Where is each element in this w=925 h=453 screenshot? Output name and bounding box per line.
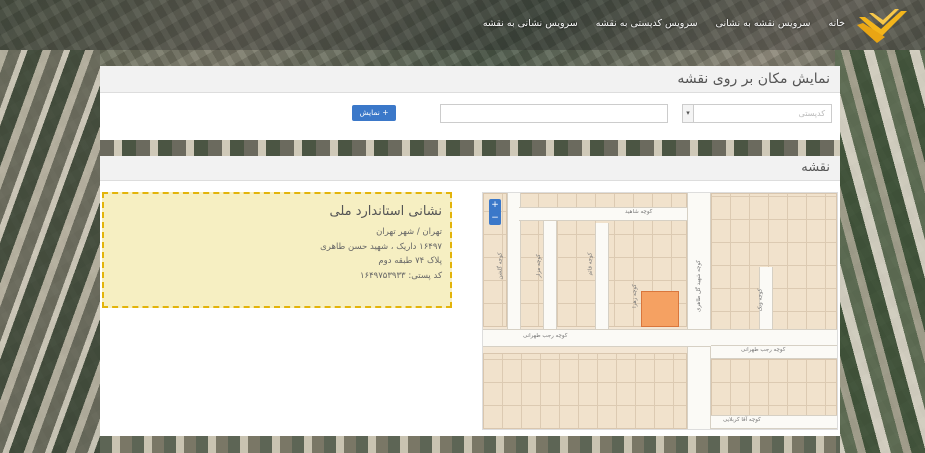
map-block bbox=[711, 193, 837, 335]
post-logo-icon[interactable] bbox=[855, 7, 911, 45]
map-road bbox=[595, 223, 609, 329]
background-photo-right bbox=[835, 50, 925, 453]
map-view[interactable]: کوچه شاهید کوچه شهید گل طاهری کوچه رجب ط… bbox=[482, 192, 838, 430]
road-label: کوچه مزار bbox=[535, 254, 542, 278]
zoom-control: + − bbox=[489, 199, 501, 225]
address-line-postcode: کد پستی: ۱۶۴۹۷۵۳۹۳۳ bbox=[359, 270, 442, 281]
background-photo-left bbox=[0, 50, 100, 453]
selected-parcel[interactable] bbox=[641, 291, 679, 327]
zoom-out-button[interactable]: − bbox=[489, 212, 501, 225]
road-label: کوچه گلشن bbox=[497, 252, 504, 280]
map-panel-title: نقشه bbox=[100, 156, 840, 181]
nav-home[interactable]: خانه bbox=[828, 18, 845, 29]
nav-map-to-address[interactable]: سرویس نقشه به نشانی bbox=[716, 18, 811, 29]
address-card: نشانی استاندارد ملی تهران / شهر تهران ۱۶… bbox=[102, 192, 452, 308]
top-navbar: خانه سرویس نقشه به نشانی سرویس کدپستی به… bbox=[0, 0, 925, 50]
road-label: کوچه رجب طهرانی bbox=[523, 333, 568, 339]
road-label: کوچه زهرا bbox=[631, 284, 638, 308]
nav-postcode-to-map[interactable]: سرویس کدپستی به نقشه bbox=[596, 18, 698, 29]
search-input[interactable] bbox=[440, 104, 668, 123]
show-button[interactable]: نمایش + bbox=[352, 105, 396, 121]
address-title: نشانی استاندارد ملی bbox=[329, 204, 442, 219]
address-line-unit: پلاک ۷۴ طبقه دوم bbox=[378, 256, 442, 266]
search-type-select[interactable]: کدپستی ▾ bbox=[682, 104, 832, 123]
address-line-street: ۱۶۴۹۷ داریک ، شهید حسن طاهری bbox=[320, 241, 442, 252]
road-label: کوچه شاهید bbox=[625, 209, 653, 215]
map-road bbox=[519, 207, 687, 221]
search-row: کدپستی ▾ نمایش + bbox=[100, 93, 840, 141]
road-label: کوچه شهید گل طاهری bbox=[695, 260, 702, 312]
search-type-value: کدپستی bbox=[798, 109, 825, 118]
chevron-down-icon[interactable]: ▾ bbox=[683, 105, 694, 122]
zoom-in-button[interactable]: + bbox=[489, 199, 501, 212]
address-line-city: تهران / شهر تهران bbox=[376, 227, 442, 237]
background-photo-band-bottom bbox=[100, 436, 840, 453]
nav-address-to-map[interactable]: سرویس نشانی به نقشه bbox=[483, 18, 578, 29]
road-label: کوچه ونک bbox=[757, 288, 764, 312]
search-panel-title: نمایش مکان بر روی نقشه bbox=[100, 66, 840, 93]
background-photo-band bbox=[100, 140, 840, 156]
map-road bbox=[543, 213, 557, 329]
nav-menu: خانه سرویس نقشه به نشانی سرویس کدپستی به… bbox=[483, 18, 845, 29]
road-label: کوچه رجب طهرانی bbox=[741, 347, 786, 353]
map-block bbox=[483, 353, 687, 429]
road-label: کوچه آقا کربلایی bbox=[723, 417, 761, 423]
road-label: کوچه قائم bbox=[587, 252, 594, 276]
search-panel: نمایش مکان بر روی نقشه کدپستی ▾ نمایش + bbox=[100, 66, 840, 140]
map-panel: نقشه نشانی استاندارد ملی تهران / شهر تهر… bbox=[100, 156, 840, 436]
